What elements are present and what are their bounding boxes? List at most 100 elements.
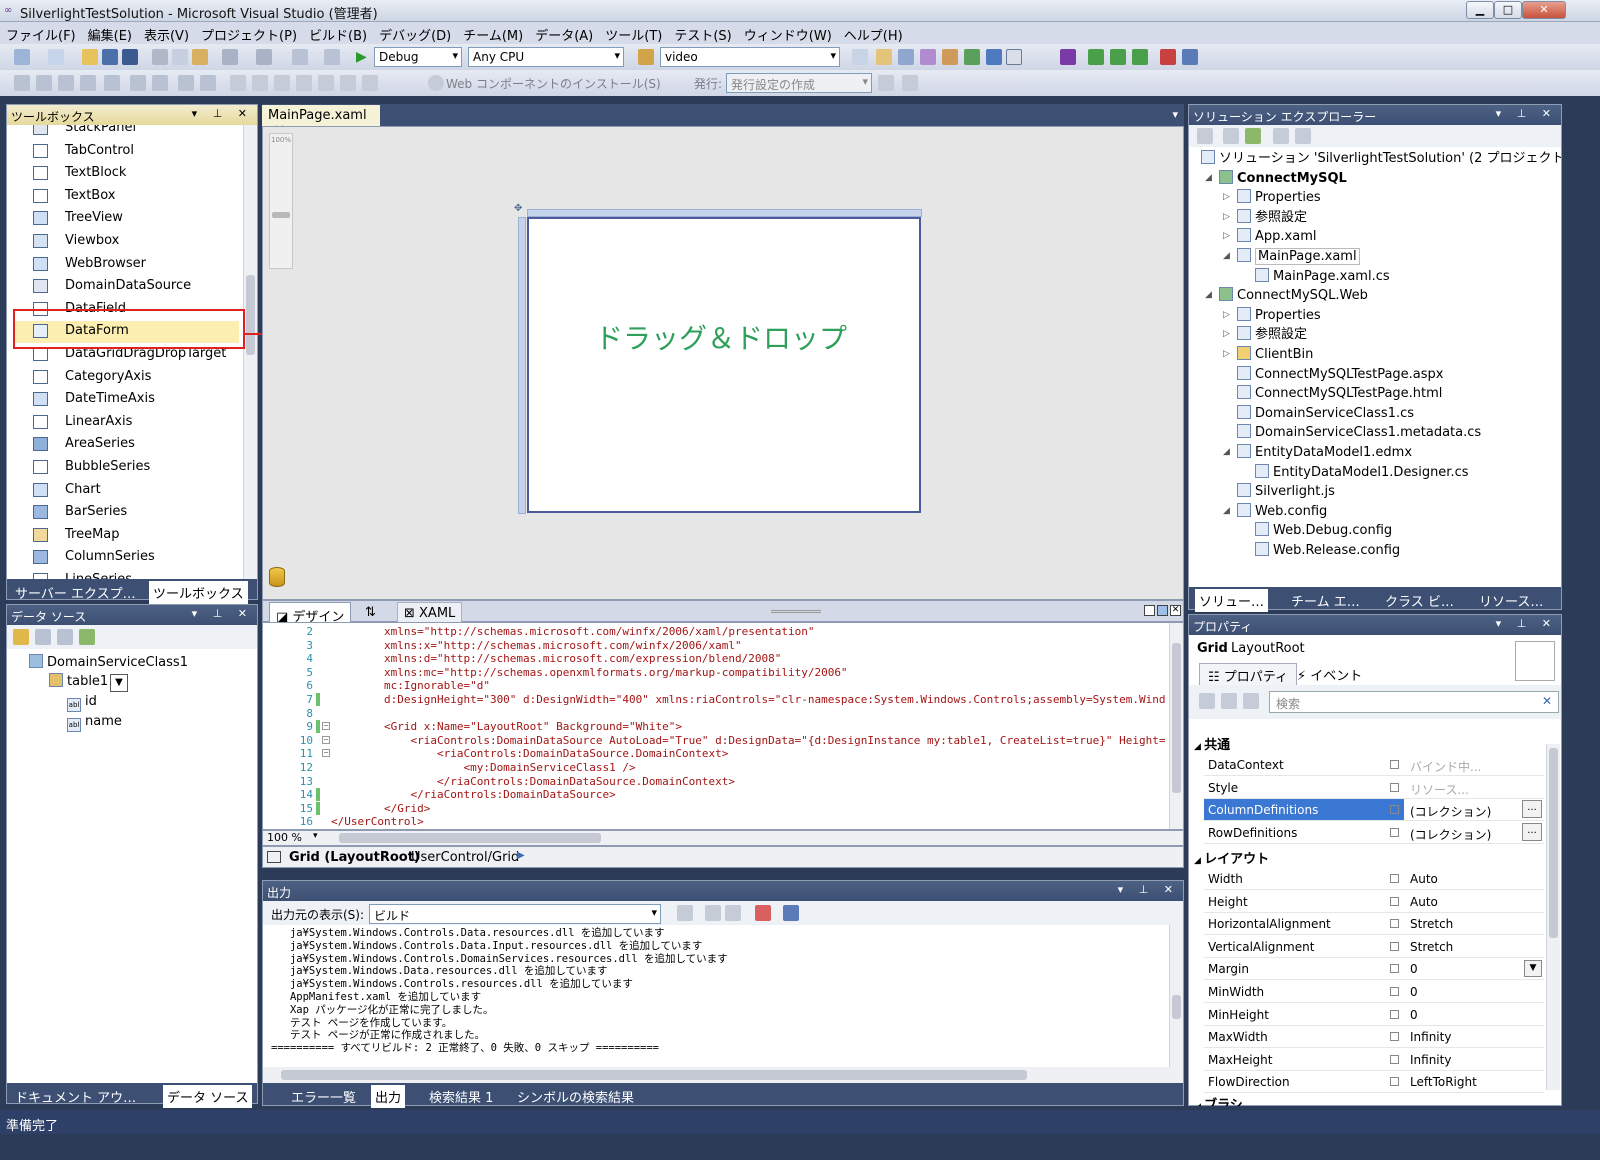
toolbox-item[interactable]: TextBlock: [27, 163, 126, 185]
properties-vscroll[interactable]: [1546, 744, 1560, 1090]
breadcrumb-arrow-icon[interactable]: ▶: [517, 850, 525, 861]
property-value[interactable]: 0: [1410, 1008, 1418, 1022]
word-wrap-icon[interactable]: [783, 905, 799, 921]
property-value[interactable]: リソース...: [1410, 781, 1469, 798]
panel-controls[interactable]: ▾ ⊥ ✕: [192, 607, 253, 620]
solution-item[interactable]: ▷ Properties: [1223, 188, 1321, 207]
outdent-icon[interactable]: [152, 75, 168, 91]
property-row[interactable]: ColumnDefinitions (コレクション)...: [1204, 799, 1544, 822]
xaml-scroll-thumb[interactable]: [1172, 643, 1181, 793]
next-message-icon[interactable]: [725, 905, 741, 921]
usercontrol-canvas[interactable]: [527, 217, 921, 513]
tab-resources[interactable]: リソース…: [1475, 589, 1547, 612]
expander-icon[interactable]: ▷: [1223, 188, 1230, 207]
prev-bookmark-icon[interactable]: [252, 75, 268, 91]
properties-scroll-thumb[interactable]: [1549, 748, 1558, 938]
solution-item[interactable]: ソリューション 'SilverlightTestSolution' (2 プロジ…: [1201, 149, 1561, 168]
add-item-icon[interactable]: [48, 49, 64, 65]
bullets-icon[interactable]: [104, 75, 120, 91]
property-row[interactable]: DataContext バインド中...: [1204, 754, 1544, 776]
edit-data-source-icon[interactable]: [35, 629, 51, 645]
refresh-icon[interactable]: [1245, 128, 1261, 144]
minimize-button[interactable]: ▁: [1466, 1, 1494, 19]
property-value[interactable]: Infinity: [1410, 1030, 1451, 1044]
tab-data-source[interactable]: データ ソース: [163, 1085, 253, 1108]
solution-item[interactable]: EntityDataModel1.Designer.cs: [1255, 463, 1469, 482]
output-source-select[interactable]: ビルド: [369, 904, 661, 924]
property-value[interactable]: (コレクション): [1410, 803, 1491, 820]
swap-panes-button[interactable]: ⇅: [359, 602, 382, 623]
tab-find-results[interactable]: 検索結果 1: [425, 1085, 497, 1108]
solution-item[interactable]: ◢ Web.config: [1223, 502, 1327, 521]
solution-item[interactable]: ◢ EntityDataModel1.edmx: [1223, 443, 1412, 462]
start-page-icon[interactable]: [964, 49, 980, 65]
solution-item[interactable]: Web.Debug.config: [1255, 521, 1392, 540]
solution-item[interactable]: ConnectMySQLTestPage.aspx: [1237, 365, 1444, 384]
solution-item[interactable]: DomainServiceClass1.cs: [1237, 404, 1414, 423]
expander-icon[interactable]: ◢: [1223, 502, 1230, 521]
expander-icon[interactable]: ◢: [1223, 443, 1230, 462]
find-combo[interactable]: video: [660, 47, 840, 67]
find-icon[interactable]: [852, 49, 868, 65]
tab-toolbox[interactable]: ツールボックス: [149, 581, 248, 604]
clear-all-icon[interactable]: [755, 905, 771, 921]
property-row[interactable]: VerticalAlignment Stretch: [1204, 936, 1544, 958]
expander-icon[interactable]: ◢: [1205, 286, 1212, 305]
advanced-options-icon[interactable]: [1390, 1077, 1399, 1087]
fold-toggle-icon[interactable]: −: [322, 735, 330, 744]
menu-item[interactable]: チーム(M): [457, 22, 529, 44]
toolbox-icon[interactable]: [942, 49, 958, 65]
property-row[interactable]: MinHeight 0: [1204, 1004, 1544, 1026]
tab-symbol-results[interactable]: シンボルの検索結果: [513, 1085, 638, 1108]
horizontal-split-icon[interactable]: [1157, 605, 1168, 616]
property-value[interactable]: バインド中...: [1410, 758, 1481, 775]
advanced-options-icon[interactable]: [1390, 782, 1399, 792]
start-debug-icon[interactable]: ▶: [356, 49, 367, 65]
property-row[interactable]: Height Auto: [1204, 891, 1544, 913]
align-right-icon[interactable]: [58, 75, 74, 91]
toolbox-item[interactable]: ColumnSeries: [27, 547, 155, 569]
clear-search-icon[interactable]: ✕: [1542, 694, 1552, 708]
font-size-icon[interactable]: [80, 75, 96, 91]
menu-item[interactable]: ヘルプ(H): [838, 22, 909, 44]
paste-icon[interactable]: [192, 49, 208, 65]
advanced-options-icon[interactable]: [1390, 1032, 1399, 1042]
extension-manager-icon[interactable]: [986, 49, 1002, 65]
ds-table[interactable]: table1: [49, 672, 108, 691]
web-component-install-button[interactable]: Web コンポーネントのインストール(S): [446, 75, 661, 92]
vs-purple-icon[interactable]: [1060, 49, 1076, 65]
properties-icon[interactable]: [1197, 128, 1213, 144]
expander-icon[interactable]: ▷: [1223, 208, 1230, 227]
alphabetical-icon[interactable]: [1221, 693, 1237, 709]
property-pages-icon[interactable]: [1243, 693, 1259, 709]
tab-server-explorer[interactable]: サーバー エクスプ…: [11, 581, 140, 604]
property-value[interactable]: LeftToRight: [1410, 1075, 1477, 1089]
collapse-pane-icon[interactable]: ✕: [1170, 605, 1181, 616]
expander-icon[interactable]: ◢: [1205, 169, 1212, 188]
xaml-vscroll[interactable]: [1169, 623, 1183, 829]
toolbox-item[interactable]: DomainDataSource: [27, 276, 191, 298]
format-icon[interactable]: [1182, 49, 1198, 65]
publish-settings-select[interactable]: 発行設定の作成: [726, 73, 872, 93]
zoom-thumb[interactable]: [272, 212, 290, 218]
property-row[interactable]: MaxWidth Infinity: [1204, 1026, 1544, 1049]
property-value[interactable]: 0: [1410, 962, 1418, 976]
view-code-icon[interactable]: [1273, 128, 1289, 144]
menu-item[interactable]: ビルド(B): [303, 22, 373, 44]
property-value[interactable]: Infinity: [1410, 1053, 1451, 1067]
expander-icon[interactable]: ▷: [1223, 345, 1230, 364]
maximize-button[interactable]: □: [1494, 1, 1522, 19]
save-all-icon[interactable]: [122, 49, 138, 65]
show-all-files-icon[interactable]: [1223, 128, 1239, 144]
new-project-icon[interactable]: [14, 49, 30, 65]
xaml-hscroll-thumb[interactable]: [339, 833, 601, 843]
bookmark-icon[interactable]: [230, 75, 246, 91]
output-scroll-thumb[interactable]: [1172, 995, 1181, 1019]
move-handle-icon[interactable]: ✥: [514, 203, 526, 215]
step-out-icon[interactable]: [1132, 49, 1148, 65]
publish-settings-icon[interactable]: [902, 75, 918, 91]
expander-icon[interactable]: ◢: [1223, 247, 1230, 266]
property-row[interactable]: RowDefinitions (コレクション)...: [1204, 822, 1544, 844]
publish-icon[interactable]: [878, 75, 894, 91]
tab-design[interactable]: ◪ デザイン: [269, 602, 352, 625]
